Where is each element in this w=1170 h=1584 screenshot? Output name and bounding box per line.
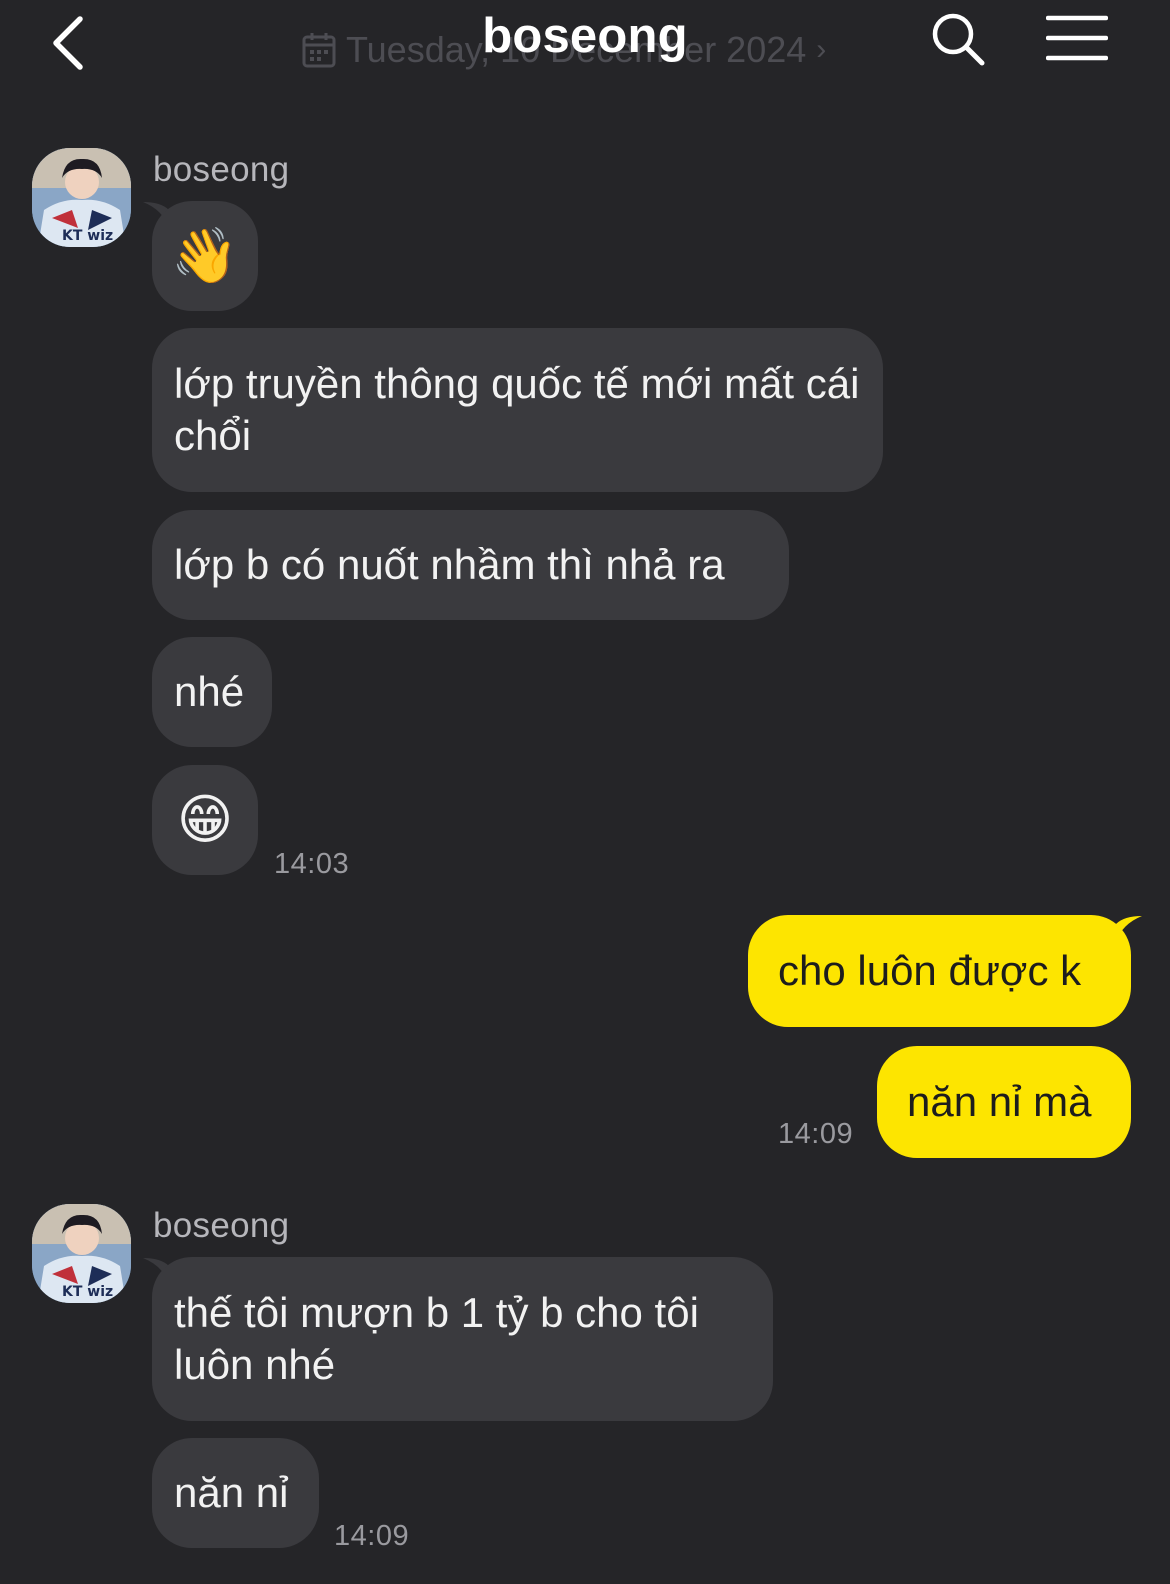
message-timestamp: 14:09 xyxy=(334,1520,410,1552)
search-icon xyxy=(932,13,985,66)
message-bubble-emoji[interactable]: 😁 xyxy=(152,765,258,875)
message-bubble-outgoing[interactable]: năn nỉ mà xyxy=(877,1046,1131,1158)
grinning-face-emoji: 😁 xyxy=(176,790,234,850)
chat-screen: Tuesday, 10 December 2024 › boseong KT w… xyxy=(0,0,1170,1584)
message-timestamp: 14:09 xyxy=(778,1118,854,1150)
message-text: thế tôi mượn b 1 tỷ b cho tôi luôn nhé xyxy=(174,1289,699,1388)
message-text: lớp truyền thông quốc tế mới mất cái chổ… xyxy=(174,360,860,459)
chat-header: Tuesday, 10 December 2024 › boseong xyxy=(0,0,1170,90)
svg-text:KT wiz: KT wiz xyxy=(62,228,113,244)
message-text: lớp b có nuốt nhầm thì nhả ra xyxy=(174,541,725,588)
message-bubble-outgoing[interactable]: cho luôn được k xyxy=(748,915,1131,1027)
message-text: cho luôn được k xyxy=(778,947,1082,994)
message-text: nhé xyxy=(174,668,245,715)
hamburger-menu-icon xyxy=(1046,15,1108,61)
message-bubble[interactable]: năn nỉ xyxy=(152,1438,319,1548)
sender-name: boseong xyxy=(153,150,290,189)
profile-photo: KT wiz xyxy=(32,1204,131,1303)
chat-title: boseong xyxy=(482,9,688,63)
message-bubble[interactable]: thế tôi mượn b 1 tỷ b cho tôi luôn nhé xyxy=(152,1257,773,1421)
avatar[interactable]: KT wiz xyxy=(32,1204,131,1303)
message-text: năn nỉ mà xyxy=(907,1078,1092,1125)
svg-text:KT wiz: KT wiz xyxy=(62,1284,113,1300)
search-button[interactable] xyxy=(928,8,988,70)
menu-button[interactable] xyxy=(1042,10,1112,66)
profile-photo: KT wiz xyxy=(32,148,131,247)
sender-name: boseong xyxy=(153,1206,290,1245)
message-bubble[interactable]: lớp b có nuốt nhầm thì nhả ra xyxy=(152,510,789,620)
message-bubble[interactable]: lớp truyền thông quốc tế mới mất cái chổ… xyxy=(152,328,883,492)
message-bubble[interactable]: nhé xyxy=(152,637,272,747)
message-text: năn nỉ xyxy=(174,1469,289,1516)
message-timestamp: 14:03 xyxy=(274,848,350,880)
waving-hand-emoji: 👋 xyxy=(171,226,239,286)
avatar[interactable]: KT wiz xyxy=(32,148,131,247)
message-bubble-emoji[interactable]: 👋 xyxy=(152,201,258,311)
